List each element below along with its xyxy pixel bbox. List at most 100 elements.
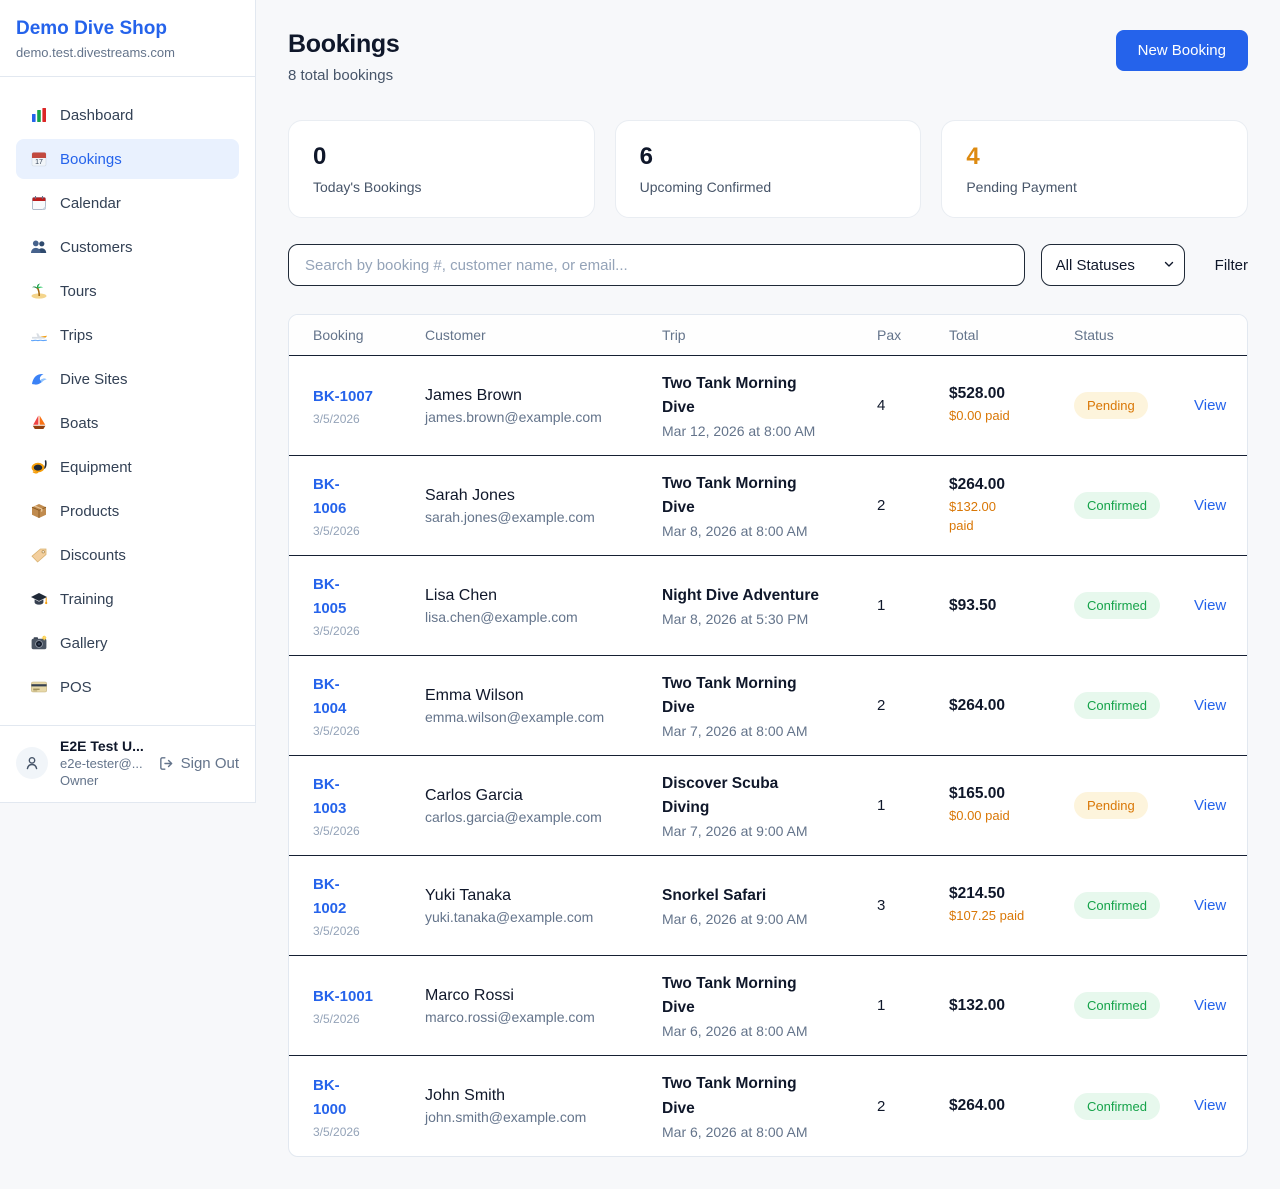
paid-amount: $0.00 paid: [949, 407, 1074, 426]
pax-count: 4: [877, 397, 949, 414]
booking-date: 3/5/2026: [313, 1012, 425, 1026]
booking-date: 3/5/2026: [313, 824, 425, 838]
customer-name: Yuki Tanaka: [425, 887, 662, 905]
status-badge: Confirmed: [1074, 692, 1160, 719]
trips-boat-icon: [30, 326, 48, 344]
sign-out-button[interactable]: Sign Out: [158, 755, 239, 772]
view-link[interactable]: View: [1194, 797, 1226, 814]
person-icon: [23, 754, 41, 772]
view-link[interactable]: View: [1194, 1097, 1226, 1114]
user-role: Owner: [60, 773, 146, 788]
booking-link[interactable]: BK- 1002: [313, 873, 346, 921]
pax-count: 2: [877, 1098, 949, 1115]
booking-link[interactable]: BK- 1006: [313, 473, 346, 521]
booking-link[interactable]: BK- 1004: [313, 673, 346, 721]
column-header-total: Total: [949, 327, 1074, 343]
trip-name: Snorkel Safari: [662, 884, 877, 908]
table-header-row: Booking Customer Trip Pax Total Status: [289, 315, 1247, 356]
stat-value: 4: [966, 143, 1223, 171]
booking-link[interactable]: BK-1007: [313, 385, 373, 409]
filter-button[interactable]: Filter: [1215, 257, 1248, 274]
view-link[interactable]: View: [1194, 697, 1226, 714]
filter-bar: All Statuses Filter: [288, 244, 1248, 286]
status-badge: Pending: [1074, 392, 1148, 419]
sign-out-icon: [158, 755, 175, 772]
sidebar-item-trips[interactable]: Trips: [16, 315, 239, 355]
paid-amount: $132.00 paid: [949, 498, 1074, 536]
sidebar-item-label: Customers: [60, 239, 133, 256]
view-link[interactable]: View: [1194, 497, 1226, 514]
booking-date: 3/5/2026: [313, 1125, 425, 1139]
table-row: BK-10073/5/2026 James Brownjames.brown@e…: [289, 356, 1247, 456]
user-info: E2E Test U... e2e-tester@... Owner: [60, 738, 146, 788]
trip-datetime: Mar 7, 2026 at 9:00 AM: [662, 823, 877, 839]
trip-datetime: Mar 7, 2026 at 8:00 AM: [662, 723, 877, 739]
table-row: BK-10013/5/2026 Marco Rossimarco.rossi@e…: [289, 956, 1247, 1056]
stat-card-todays-bookings: 0 Today's Bookings: [288, 120, 595, 218]
sidebar-item-discounts[interactable]: Discounts: [16, 535, 239, 575]
booking-link[interactable]: BK- 1005: [313, 573, 346, 621]
stat-card-pending-payment: 4 Pending Payment: [941, 120, 1248, 218]
stat-value: 0: [313, 143, 570, 171]
sidebar-item-tours[interactable]: Tours: [16, 271, 239, 311]
customer-name: James Brown: [425, 387, 662, 405]
sidebar-item-training[interactable]: Training: [16, 579, 239, 619]
svg-text:17: 17: [35, 159, 43, 166]
view-link[interactable]: View: [1194, 597, 1226, 614]
trip-datetime: Mar 6, 2026 at 8:00 AM: [662, 1124, 877, 1140]
column-header-booking: Booking: [313, 327, 425, 343]
booking-date: 3/5/2026: [313, 724, 425, 738]
status-badge: Confirmed: [1074, 592, 1160, 619]
column-header-pax: Pax: [877, 327, 949, 343]
sidebar-item-label: Trips: [60, 327, 93, 344]
sidebar-item-dashboard[interactable]: Dashboard: [16, 95, 239, 135]
page-title: Bookings: [288, 30, 400, 59]
view-link[interactable]: View: [1194, 997, 1226, 1014]
table-row: BK- 10063/5/2026 Sarah Jonessarah.jones@…: [289, 456, 1247, 556]
booking-link[interactable]: BK- 1003: [313, 773, 346, 821]
dive-mask-icon: [30, 458, 48, 476]
dashboard-icon: [30, 106, 48, 124]
shop-header: Demo Dive Shop demo.test.divestreams.com: [0, 0, 255, 77]
sidebar-item-label: Dashboard: [60, 107, 133, 124]
sidebar-item-customers[interactable]: Customers: [16, 227, 239, 267]
search-input[interactable]: [288, 244, 1025, 286]
view-link[interactable]: View: [1194, 897, 1226, 914]
sidebar-item-label: Gallery: [60, 635, 108, 652]
trip-datetime: Mar 6, 2026 at 8:00 AM: [662, 1023, 877, 1039]
new-booking-button[interactable]: New Booking: [1116, 30, 1248, 71]
pax-count: 1: [877, 797, 949, 814]
booking-link[interactable]: BK-1001: [313, 985, 373, 1009]
sidebar-item-calendar[interactable]: Calendar: [16, 183, 239, 223]
total-amount: $264.00: [949, 697, 1074, 715]
sidebar-item-products[interactable]: Products: [16, 491, 239, 531]
sidebar-item-bookings[interactable]: 17 Bookings: [16, 139, 239, 179]
booking-link[interactable]: BK- 1000: [313, 1074, 346, 1122]
paid-amount: $0.00 paid: [949, 807, 1074, 826]
trip-name: Two Tank Morning Dive: [662, 1072, 877, 1120]
sidebar-item-equipment[interactable]: Equipment: [16, 447, 239, 487]
status-select[interactable]: All Statuses: [1041, 244, 1185, 286]
sidebar-item-label: Bookings: [60, 151, 122, 168]
sidebar-nav: Dashboard 17 Bookings Calendar Customers…: [0, 77, 255, 725]
customer-name: Carlos Garcia: [425, 787, 662, 805]
total-amount: $528.00: [949, 385, 1074, 403]
sidebar-item-gallery[interactable]: Gallery: [16, 623, 239, 663]
trip-datetime: Mar 6, 2026 at 9:00 AM: [662, 911, 877, 927]
sidebar-item-dive-sites[interactable]: Dive Sites: [16, 359, 239, 399]
shop-domain: demo.test.divestreams.com: [16, 45, 239, 60]
table-row: BK- 10043/5/2026 Emma Wilsonemma.wilson@…: [289, 656, 1247, 756]
customer-name: Marco Rossi: [425, 987, 662, 1005]
graduation-cap-icon: [30, 590, 48, 608]
table-row: BK- 10023/5/2026 Yuki Tanakayuki.tanaka@…: [289, 856, 1247, 956]
customer-email: yuki.tanaka@example.com: [425, 909, 662, 925]
view-link[interactable]: View: [1194, 397, 1226, 414]
pax-count: 1: [877, 597, 949, 614]
customer-email: sarah.jones@example.com: [425, 509, 662, 525]
trip-datetime: Mar 8, 2026 at 8:00 AM: [662, 523, 877, 539]
stats-cards: 0 Today's Bookings 6 Upcoming Confirmed …: [288, 120, 1248, 218]
sidebar-item-pos[interactable]: POS: [16, 667, 239, 707]
customer-name: Emma Wilson: [425, 687, 662, 705]
sidebar-item-boats[interactable]: Boats: [16, 403, 239, 443]
status-badge: Confirmed: [1074, 492, 1160, 519]
